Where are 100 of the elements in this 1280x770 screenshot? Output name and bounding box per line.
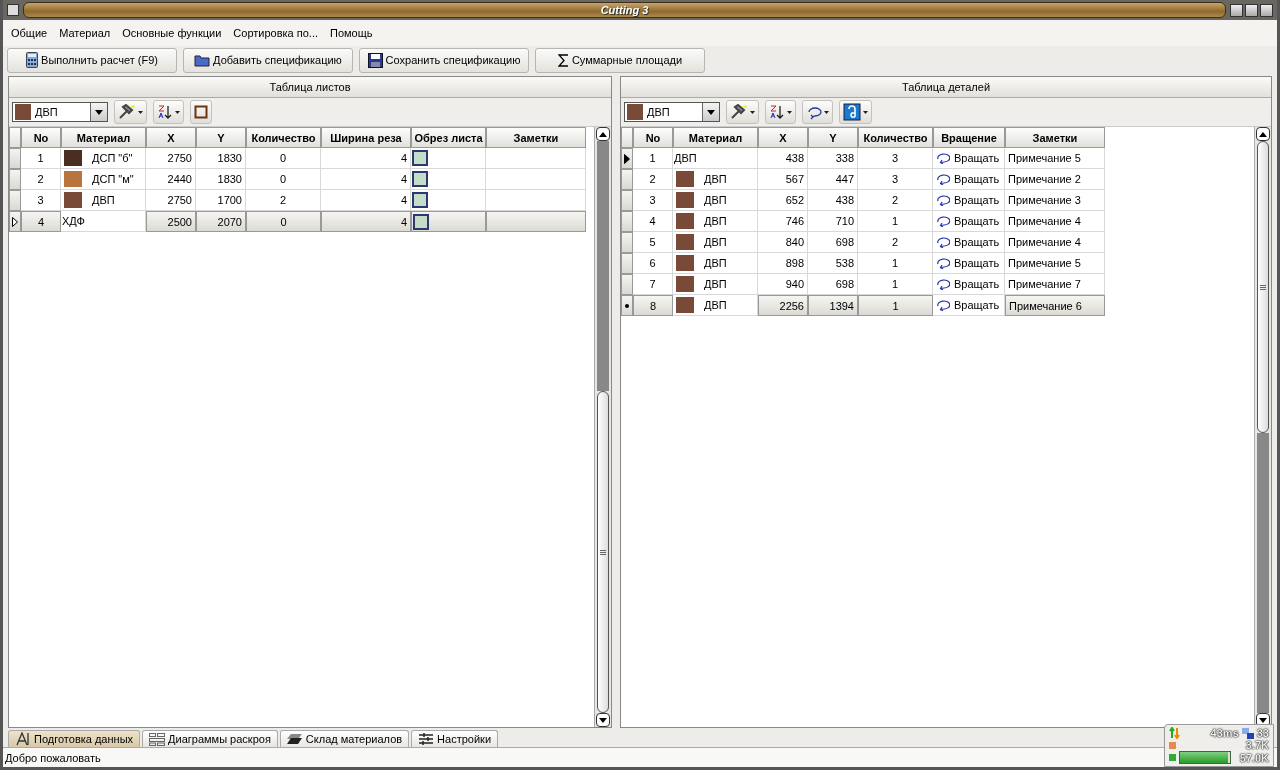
scroll-down-button[interactable] xyxy=(596,713,610,727)
close-button[interactable] xyxy=(1260,3,1273,17)
transfer-arrows-icon xyxy=(1169,727,1181,739)
table-cell: Примечание 3 xyxy=(1005,190,1105,211)
material-name: ДВП xyxy=(704,257,727,269)
dropdown-arrow-button[interactable] xyxy=(90,103,107,121)
table-cell: 1830 xyxy=(196,148,246,169)
trim-color-swatch[interactable] xyxy=(412,192,428,208)
frame-button[interactable] xyxy=(190,100,212,124)
scroll-up-button[interactable] xyxy=(596,127,610,141)
column-header[interactable]: No xyxy=(21,127,61,148)
table-cell: 3 xyxy=(858,148,933,169)
panel-title: Таблица листов xyxy=(269,81,351,93)
minimize-button[interactable] xyxy=(1230,3,1243,17)
row-selector[interactable] xyxy=(621,148,633,169)
system-menu-button[interactable] xyxy=(7,4,19,16)
table-cell: 1 xyxy=(633,148,673,169)
column-header[interactable]: Количество xyxy=(858,127,933,148)
tab[interactable]: Настройки xyxy=(411,730,499,747)
caret-icon xyxy=(863,110,868,114)
material-name: ХДФ xyxy=(62,215,85,227)
toolbar-button[interactable]: Сохранить спецификацию xyxy=(359,47,529,73)
tools-dropdown-button[interactable] xyxy=(114,100,147,124)
rotation-value: Вращать xyxy=(954,257,1000,269)
menu-item[interactable]: Помощь xyxy=(324,25,379,41)
sigma-icon xyxy=(557,53,569,67)
table-cell: 1 xyxy=(21,148,61,169)
toolbar-button[interactable]: Выполнить расчет (F9) xyxy=(7,47,177,73)
trim-color-swatch[interactable] xyxy=(412,171,428,187)
header-corner xyxy=(9,127,21,148)
table-cell: 840 xyxy=(758,232,808,253)
toolbar-button[interactable]: Суммарные площади xyxy=(535,47,705,73)
scrollbar-thumb[interactable] xyxy=(1257,141,1269,433)
tab[interactable]: Подготовка данных xyxy=(8,730,141,747)
sliders-icon xyxy=(418,732,435,746)
column-header[interactable]: Материал xyxy=(61,127,146,148)
down-arrow-icon xyxy=(707,109,715,115)
table-cell: 2 xyxy=(21,169,61,190)
material-name: ДВП xyxy=(704,194,727,206)
column-header[interactable]: No xyxy=(633,127,673,148)
text-style-dropdown-button[interactable] xyxy=(839,100,872,124)
dropdown-arrow-button[interactable] xyxy=(702,103,719,121)
tab[interactable]: Склад материалов xyxy=(279,730,410,747)
maximize-button[interactable] xyxy=(1245,3,1258,17)
table-cell: 8 xyxy=(633,295,673,316)
column-header[interactable]: Ширина реза xyxy=(321,127,411,148)
row-dot-icon xyxy=(625,303,629,308)
rotate-icon xyxy=(935,278,950,290)
trim-color-swatch[interactable] xyxy=(412,150,428,166)
table-cell: 1 xyxy=(858,253,933,274)
material-dropdown[interactable]: ДВП xyxy=(12,102,108,122)
down-arrow-icon xyxy=(1259,717,1267,723)
tab[interactable]: Диаграммы раскроя xyxy=(142,730,278,747)
column-header[interactable]: Y xyxy=(808,127,858,148)
menu-item[interactable]: Основные функции xyxy=(116,25,228,41)
rotate-dropdown-button[interactable] xyxy=(802,100,833,124)
header-corner xyxy=(621,127,633,148)
material-name: ДСП "б" xyxy=(92,152,133,164)
table-cell: 746 xyxy=(758,211,808,232)
rotate-icon xyxy=(935,215,950,227)
drafting-tools-icon xyxy=(15,732,31,746)
column-header[interactable]: Y xyxy=(196,127,246,148)
column-header[interactable]: Заметки xyxy=(1005,127,1105,148)
column-header[interactable]: Материал xyxy=(673,127,758,148)
column-header[interactable]: X xyxy=(146,127,196,148)
table-cell: 710 xyxy=(808,211,858,232)
table-cell: 1394 xyxy=(808,295,858,316)
material-dropdown[interactable]: ДВП xyxy=(624,102,720,122)
material-name: ДВП xyxy=(704,173,727,185)
rotate-icon xyxy=(935,173,950,185)
caret-icon xyxy=(787,110,792,114)
sort-dropdown-button[interactable] xyxy=(153,100,184,124)
scroll-up-button[interactable] xyxy=(1256,127,1270,141)
table-cell: 1 xyxy=(858,295,933,316)
menu-item[interactable]: Сортировка по... xyxy=(227,25,324,41)
column-header[interactable]: Вращение xyxy=(933,127,1005,148)
toolbar-button[interactable]: Добавить спецификацию xyxy=(183,47,353,73)
column-header[interactable]: Заметки xyxy=(486,127,586,148)
table-cell: 338 xyxy=(808,148,858,169)
trim-color-swatch[interactable] xyxy=(413,213,429,230)
tools-dropdown-button[interactable] xyxy=(726,100,759,124)
row-selector[interactable] xyxy=(9,211,21,232)
table-cell: 5 xyxy=(633,232,673,253)
column-header[interactable]: X xyxy=(758,127,808,148)
table-cell: 4 xyxy=(321,148,411,169)
column-header[interactable]: Обрез листа xyxy=(411,127,486,148)
column-header[interactable]: Количество xyxy=(246,127,321,148)
table-cell: 0 xyxy=(246,148,321,169)
table-cell: 538 xyxy=(808,253,858,274)
table-cell: Примечание 2 xyxy=(1005,169,1105,190)
table-cell: 898 xyxy=(758,253,808,274)
menu-item[interactable]: Общие xyxy=(5,25,54,41)
sort-dropdown-button[interactable] xyxy=(765,100,796,124)
network-icon xyxy=(1241,727,1254,739)
sort-icon xyxy=(157,104,173,120)
row-selector[interactable] xyxy=(621,295,633,316)
menu-item[interactable]: Материал xyxy=(53,25,117,41)
scrollbar-thumb[interactable] xyxy=(597,391,609,713)
down-arrow-icon xyxy=(95,109,103,115)
material-name: ДВП xyxy=(674,152,697,164)
